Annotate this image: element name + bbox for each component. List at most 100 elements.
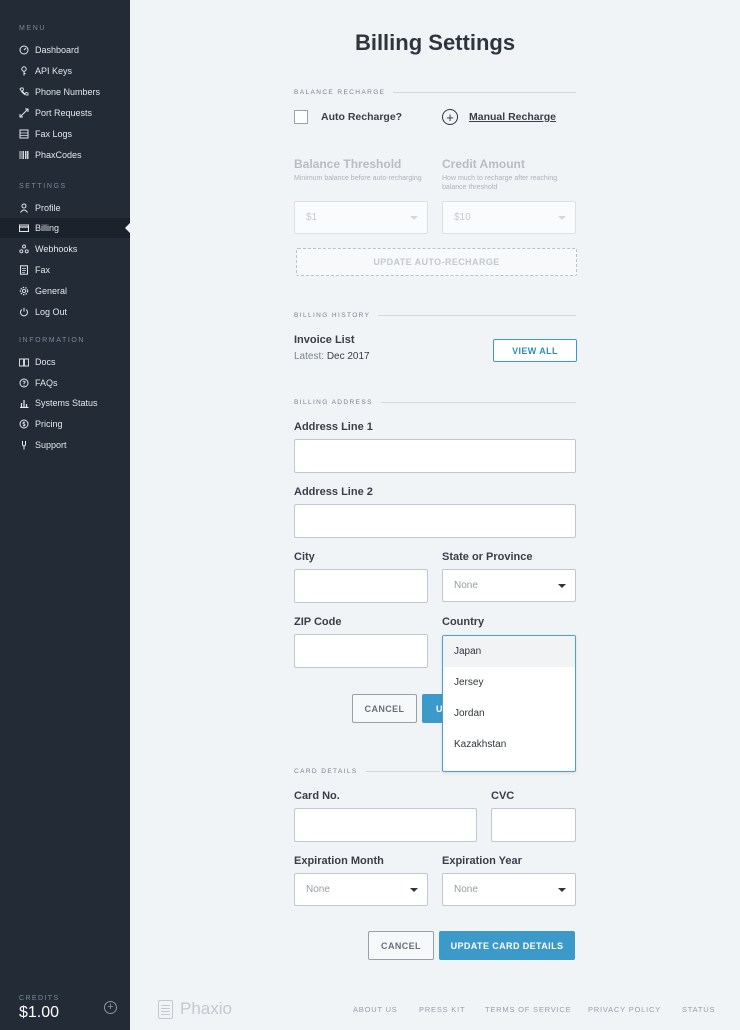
sidebar-item-port-requests[interactable]: Port Requests (0, 103, 130, 123)
country-option[interactable]: Jersey (443, 667, 575, 698)
sidebar-item-phaxcodes[interactable]: PhaxCodes (0, 145, 130, 165)
view-all-button[interactable]: VIEW ALL (493, 339, 577, 362)
card-cancel-button[interactable]: CANCEL (368, 931, 434, 960)
footer-link-terms[interactable]: TERMS OF SERVICE (485, 1005, 571, 1014)
address-line-2-label: Address Line 2 (294, 486, 373, 498)
sidebar-item-pricing[interactable]: Pricing (0, 414, 130, 434)
sidebar-item-billing[interactable]: Billing (0, 218, 130, 238)
chevron-down-icon (410, 215, 418, 220)
sidebar-item-dashboard[interactable]: Dashboard (0, 40, 130, 60)
credit-amount-select[interactable]: $10 (442, 201, 576, 234)
zip-code-label: ZIP Code (294, 616, 342, 628)
expiration-month-label: Expiration Month (294, 855, 384, 867)
manual-recharge-link[interactable]: Manual Recharge (469, 111, 556, 123)
footer-link-about-us[interactable]: ABOUT US (353, 1005, 398, 1014)
footer-link-status[interactable]: STATUS (682, 1005, 715, 1014)
sidebar-section-settings: SETTINGS (19, 183, 67, 190)
footer-link-press-kit[interactable]: PRESS KIT (419, 1005, 465, 1014)
power-icon (19, 307, 29, 317)
sidebar-item-label: Phone Numbers (35, 87, 101, 97)
auto-recharge-label: Auto Recharge? (321, 111, 403, 123)
state-select[interactable]: None (442, 569, 576, 602)
phaxio-logo[interactable]: Phaxio (158, 999, 232, 1019)
sidebar: MENU Dashboard API Keys Phone Numbers Po… (0, 0, 130, 1030)
sidebar-item-label: FAQs (35, 378, 58, 388)
plus-circle-icon[interactable]: + (442, 109, 458, 125)
expiration-year-label: Expiration Year (442, 855, 522, 867)
country-option[interactable]: Kazakhstan (443, 729, 575, 760)
sidebar-item-profile[interactable]: Profile (0, 198, 130, 218)
sidebar-item-systems-status[interactable]: Systems Status (0, 393, 130, 413)
sidebar-item-label: Fax (35, 265, 51, 275)
chevron-down-icon (558, 887, 566, 892)
credits-label: CREDITS (19, 995, 60, 1002)
expiration-month-select[interactable]: None (294, 873, 428, 906)
credits-value: $1.00 (19, 1004, 60, 1021)
list-icon (19, 129, 29, 139)
sidebar-item-label: Support (35, 440, 67, 450)
gear-icon (19, 286, 29, 296)
dashboard-icon (19, 45, 29, 55)
country-label: Country (442, 616, 485, 628)
sidebar-item-label: Billing (35, 223, 60, 233)
city-input[interactable] (294, 569, 428, 603)
plus-icon: + (107, 1001, 114, 1013)
zip-code-input[interactable] (294, 634, 428, 668)
sidebar-item-faqs[interactable]: FAQs (0, 373, 130, 393)
sidebar-item-docs[interactable]: Docs (0, 352, 130, 372)
sidebar-item-label: PhaxCodes (35, 150, 82, 160)
chevron-down-icon (558, 215, 566, 220)
invoice-latest-value: Dec 2017 (326, 351, 370, 362)
city-label: City (294, 551, 315, 563)
user-icon (19, 203, 29, 213)
credit-amount-help: How much to recharge after reaching bala… (442, 175, 558, 191)
update-auto-recharge-button[interactable]: UPDATE AUTO-RECHARGE (296, 248, 577, 276)
phone-icon (19, 87, 29, 97)
sidebar-item-label: Dashboard (35, 45, 80, 55)
country-option[interactable]: Japan (443, 636, 575, 667)
invoice-list-title: Invoice List (294, 334, 355, 346)
key-icon (19, 66, 29, 76)
sidebar-item-fax[interactable]: Fax (0, 260, 130, 280)
webhook-icon (19, 244, 29, 254)
add-credits-button[interactable]: + (104, 1001, 117, 1014)
port-arrows-icon (19, 108, 29, 118)
address-line-1-input[interactable] (294, 439, 576, 473)
sidebar-item-general[interactable]: General (0, 281, 130, 301)
sidebar-item-webhooks[interactable]: Webhooks (0, 239, 130, 259)
sidebar-item-label: Fax Logs (35, 129, 73, 139)
sidebar-item-api-keys[interactable]: API Keys (0, 61, 130, 81)
balance-threshold-select[interactable]: $1 (294, 201, 428, 234)
sidebar-item-support[interactable]: Support (0, 435, 130, 455)
balance-threshold-help: Minimum balance before auto-recharging (294, 175, 422, 182)
update-card-details-button[interactable]: UPDATE CARD DETAILS (439, 931, 575, 960)
credit-card-icon (19, 223, 29, 233)
address-line-1-label: Address Line 1 (294, 421, 373, 433)
sidebar-item-label: Docs (35, 357, 56, 367)
sidebar-section-information: INFORMATION (19, 337, 86, 344)
address-line-2-input[interactable] (294, 504, 576, 538)
dollar-icon (19, 419, 29, 429)
state-label: State or Province (442, 551, 533, 563)
sidebar-item-fax-logs[interactable]: Fax Logs (0, 124, 130, 144)
page-title: Billing Settings (354, 30, 516, 55)
bar-chart-icon (19, 398, 29, 408)
auto-recharge-checkbox[interactable] (294, 110, 308, 124)
sidebar-item-log-out[interactable]: Log Out (0, 302, 130, 322)
cvc-input[interactable] (491, 808, 576, 842)
invoice-latest: Latest: Dec 2017 (294, 351, 370, 362)
country-dropdown[interactable]: Japan Jersey Jordan Kazakhstan (442, 635, 576, 772)
chevron-down-icon (558, 583, 566, 588)
address-cancel-button[interactable]: CANCEL (352, 694, 417, 723)
footer-link-privacy[interactable]: PRIVACY POLICY (588, 1005, 661, 1014)
card-no-label: Card No. (294, 790, 340, 802)
sidebar-item-phone-numbers[interactable]: Phone Numbers (0, 82, 130, 102)
sidebar-section-menu: MENU (19, 25, 47, 32)
section-billing-address: BILLING ADDRESS (294, 399, 576, 406)
country-option[interactable]: Jordan (443, 698, 575, 729)
sidebar-item-label: Port Requests (35, 108, 93, 118)
card-no-input[interactable] (294, 808, 477, 842)
support-icon (19, 440, 29, 450)
section-billing-history: BILLING HISTORY (294, 312, 576, 319)
expiration-year-select[interactable]: None (442, 873, 576, 906)
